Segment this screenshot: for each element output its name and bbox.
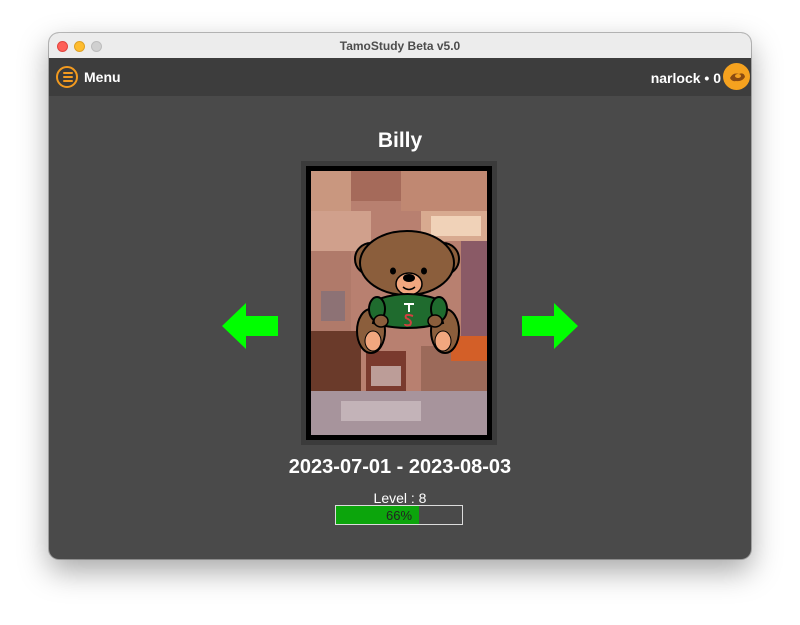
app-window: TamoStudy Beta v5.0 Menu narlock • 0 Bil… [49,33,751,559]
title-bar: TamoStudy Beta v5.0 [49,33,751,59]
previous-pet-button[interactable] [222,303,278,349]
window-title: TamoStudy Beta v5.0 [339,39,461,53]
pet-name: Billy [377,129,423,152]
pet-level: Level : 8 [373,490,427,506]
level-progress-label: 66% [385,508,413,523]
pixel-background-image [311,171,487,435]
hamburger-menu-icon [56,66,78,88]
next-pet-button[interactable] [522,303,578,349]
menu-button[interactable]: Menu [56,64,121,90]
level-progress-bar: 66% [335,505,463,525]
menu-label: Menu [84,69,121,85]
pet-date-range: 2023-07-01 - 2023-08-03 [288,456,512,478]
right-arrow-icon [522,303,578,349]
pet-scene [311,171,487,435]
top-bar: Menu narlock • 0 [49,58,751,96]
left-arrow-icon [222,303,278,349]
coin-icon[interactable] [723,63,750,90]
user-info: narlock • 0 [650,70,721,86]
pet-frame [301,161,497,445]
